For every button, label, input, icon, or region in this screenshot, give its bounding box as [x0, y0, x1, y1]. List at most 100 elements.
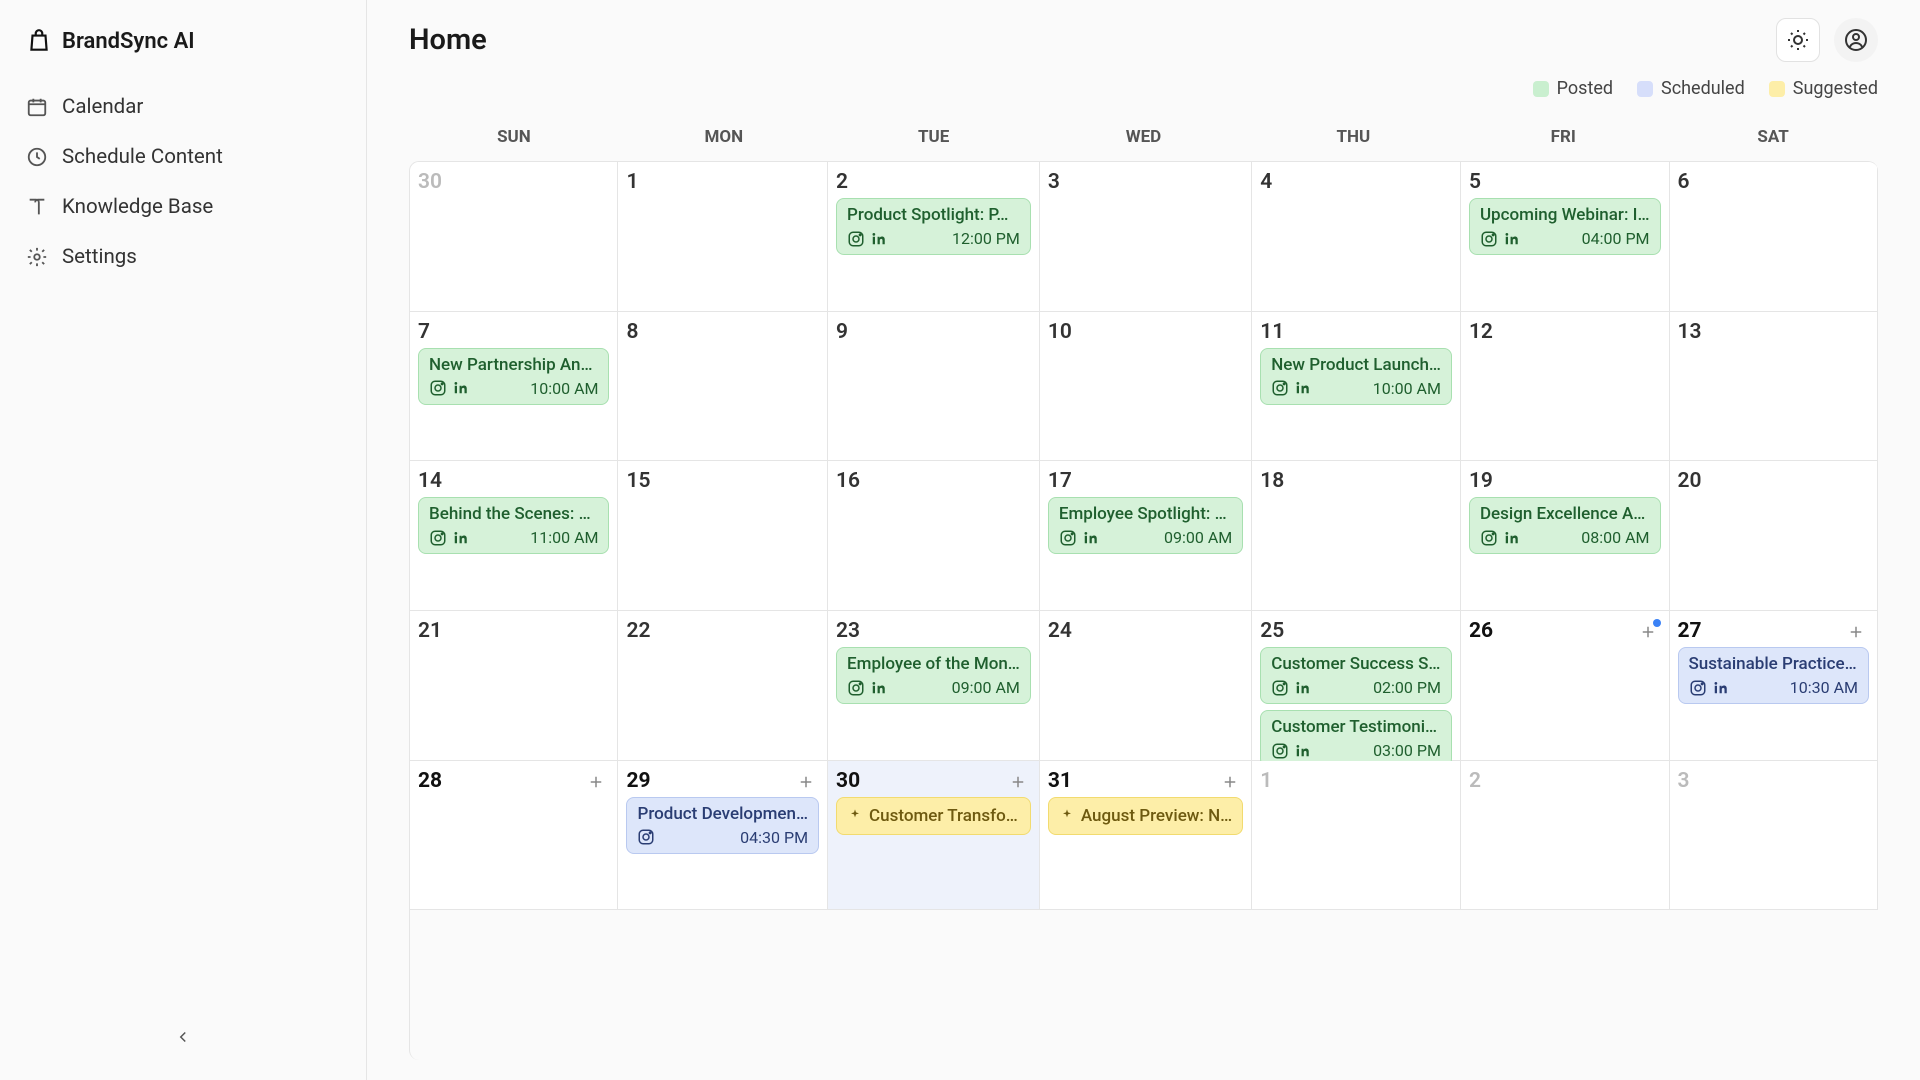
- linkedin-icon: [451, 529, 469, 547]
- add-event-button[interactable]: [1007, 771, 1029, 793]
- event-title: New Partnership An…: [429, 355, 598, 375]
- day-number: 22: [626, 619, 819, 643]
- calendar-cell[interactable]: 2: [1461, 761, 1670, 911]
- calendar-cell[interactable]: 20: [1670, 461, 1879, 611]
- day-number: 6: [1678, 170, 1870, 194]
- sidebar-item-calendar[interactable]: Calendar: [0, 82, 366, 132]
- instagram-icon: [847, 679, 865, 697]
- add-event-button[interactable]: [795, 771, 817, 793]
- calendar-event[interactable]: Customer Testimoni…03:00 PM: [1260, 710, 1452, 767]
- calendar-event[interactable]: Product Spotlight: P…12:00 PM: [836, 198, 1031, 255]
- calendar-cell[interactable]: 4: [1252, 162, 1461, 312]
- calendar-cell[interactable]: 16: [828, 461, 1040, 611]
- event-time: 02:00 PM: [1373, 678, 1441, 697]
- calendar-cell[interactable]: 1: [618, 162, 828, 312]
- weekday-label: THU: [1248, 127, 1458, 147]
- calendar-event[interactable]: New Product Launch… 10:00 AM: [1260, 348, 1452, 405]
- day-number: 29: [626, 769, 819, 793]
- calendar-cell[interactable]: 22: [618, 611, 828, 761]
- event-title: Customer Testimoni…: [1271, 717, 1441, 737]
- day-number: 3: [1678, 769, 1870, 793]
- event-time: 04:00 PM: [1582, 229, 1650, 248]
- event-time: 12:00 PM: [952, 229, 1020, 248]
- calendar-cell[interactable]: 19Design Excellence A…08:00 AM: [1461, 461, 1670, 611]
- event-time: 10:00 AM: [1373, 379, 1441, 398]
- user-menu-button[interactable]: [1834, 18, 1878, 62]
- linkedin-icon: [1293, 379, 1311, 397]
- calendar-event[interactable]: Upcoming Webinar: I…04:00 PM: [1469, 198, 1661, 255]
- calendar-cell[interactable]: 10: [1040, 312, 1252, 462]
- calendar-event[interactable]: Employee Spotlight: …09:00 AM: [1048, 497, 1243, 554]
- calendar-cell[interactable]: 21: [410, 611, 618, 761]
- calendar-cell[interactable]: 3: [1670, 761, 1879, 911]
- calendar-event[interactable]: New Partnership An…10:00 AM: [418, 348, 609, 405]
- event-icons: [1271, 679, 1311, 697]
- add-event-button[interactable]: [1637, 621, 1659, 643]
- calendar-cell[interactable]: 15: [618, 461, 828, 611]
- event-title: Product Developmen…: [637, 804, 808, 824]
- linkedin-icon: [1502, 529, 1520, 547]
- calendar-event[interactable]: Customer Success S… 02:00 PM: [1260, 647, 1452, 704]
- calendar-cell[interactable]: 17Employee Spotlight: …09:00 AM: [1040, 461, 1252, 611]
- event-meta: 10:00 AM: [1271, 379, 1441, 398]
- calendar-cell[interactable]: 14 Behind the Scenes: …11:00 AM: [410, 461, 618, 611]
- top-actions: [1776, 18, 1878, 62]
- calendar-cell[interactable]: 9: [828, 312, 1040, 462]
- logo[interactable]: BrandSync AI: [0, 18, 366, 82]
- add-event-button[interactable]: [585, 771, 607, 793]
- event-time: 08:00 AM: [1581, 528, 1649, 547]
- event-title: New Product Launch…: [1271, 355, 1441, 375]
- calendar-event[interactable]: August Preview: N…: [1048, 797, 1243, 835]
- sidebar-item-settings[interactable]: Settings: [0, 232, 366, 282]
- sidebar-collapse-button[interactable]: [0, 1016, 366, 1062]
- calendar-cell[interactable]: 11New Product Launch…10:00 AM: [1252, 312, 1461, 462]
- calendar-cell[interactable]: 7New Partnership An…10:00 AM: [410, 312, 618, 462]
- plus-icon: [797, 773, 815, 791]
- calendar-cell[interactable]: 27Sustainable Practice…10:30 AM: [1670, 611, 1879, 761]
- theme-toggle-button[interactable]: [1776, 18, 1820, 62]
- calendar-event[interactable]: Employee of the Mon…09:00 AM: [836, 647, 1031, 704]
- calendar-cell[interactable]: 30Customer Transfo…: [828, 761, 1040, 911]
- calendar-cell[interactable]: 25Customer Success S…02:00 PMCustomer Te…: [1252, 611, 1461, 761]
- weekday-label: MON: [619, 127, 829, 147]
- calendar-event[interactable]: Customer Transfo…: [836, 797, 1031, 835]
- calendar-cell[interactable]: 5Upcoming Webinar: I…04:00 PM: [1461, 162, 1670, 312]
- calendar-event[interactable]: Design Excellence A…08:00 AM: [1469, 497, 1661, 554]
- calendar-cell[interactable]: 23Employee of the Mon…09:00 AM: [828, 611, 1040, 761]
- add-event-button[interactable]: [1845, 621, 1867, 643]
- event-meta: 12:00 PM: [847, 229, 1020, 248]
- sidebar-item-label: Calendar: [62, 95, 143, 119]
- event-title: Behind the Scenes: …: [429, 504, 598, 524]
- calendar-cell[interactable]: 8: [618, 312, 828, 462]
- calendar-cell[interactable]: 18: [1252, 461, 1461, 611]
- event-title: Customer Success S…: [1271, 654, 1441, 674]
- calendar-event[interactable]: Sustainable Practice…10:30 AM: [1678, 647, 1870, 704]
- day-number: 14: [418, 469, 609, 493]
- calendar-cell[interactable]: 1: [1252, 761, 1461, 911]
- sidebar-item-schedule[interactable]: Schedule Content: [0, 132, 366, 182]
- calendar-cell[interactable]: 26: [1461, 611, 1670, 761]
- calendar-cell[interactable]: 3: [1040, 162, 1252, 312]
- calendar-cell[interactable]: 30: [410, 162, 618, 312]
- sun-icon: [1786, 28, 1810, 52]
- day-number: 21: [418, 619, 609, 643]
- calendar-cell[interactable]: 29 Product Developmen… 04:30 PM: [618, 761, 828, 911]
- event-title: August Preview: N…: [1081, 806, 1232, 826]
- event-time: 10:30 AM: [1790, 678, 1858, 697]
- calendar-icon: [26, 96, 48, 118]
- calendar-cell[interactable]: 24: [1040, 611, 1252, 761]
- calendar-event[interactable]: Product Developmen… 04:30 PM: [626, 797, 819, 854]
- linkedin-icon: [1081, 529, 1099, 547]
- calendar-event[interactable]: Behind the Scenes: …11:00 AM: [418, 497, 609, 554]
- add-event-button[interactable]: [1219, 771, 1241, 793]
- calendar-cell[interactable]: 31August Preview: N…: [1040, 761, 1252, 911]
- calendar-cell[interactable]: 13: [1670, 312, 1879, 462]
- calendar-cell[interactable]: 6: [1670, 162, 1879, 312]
- event-meta: 08:00 AM: [1480, 528, 1650, 547]
- sidebar-item-knowledge[interactable]: Knowledge Base: [0, 182, 366, 232]
- calendar-cell[interactable]: 12: [1461, 312, 1670, 462]
- main: Home Posted Scheduled Suggested SUNMONTU…: [367, 0, 1920, 1080]
- event-meta: 04:30 PM: [637, 828, 808, 847]
- calendar-cell[interactable]: 2Product Spotlight: P…12:00 PM: [828, 162, 1040, 312]
- calendar-cell[interactable]: 28: [410, 761, 618, 911]
